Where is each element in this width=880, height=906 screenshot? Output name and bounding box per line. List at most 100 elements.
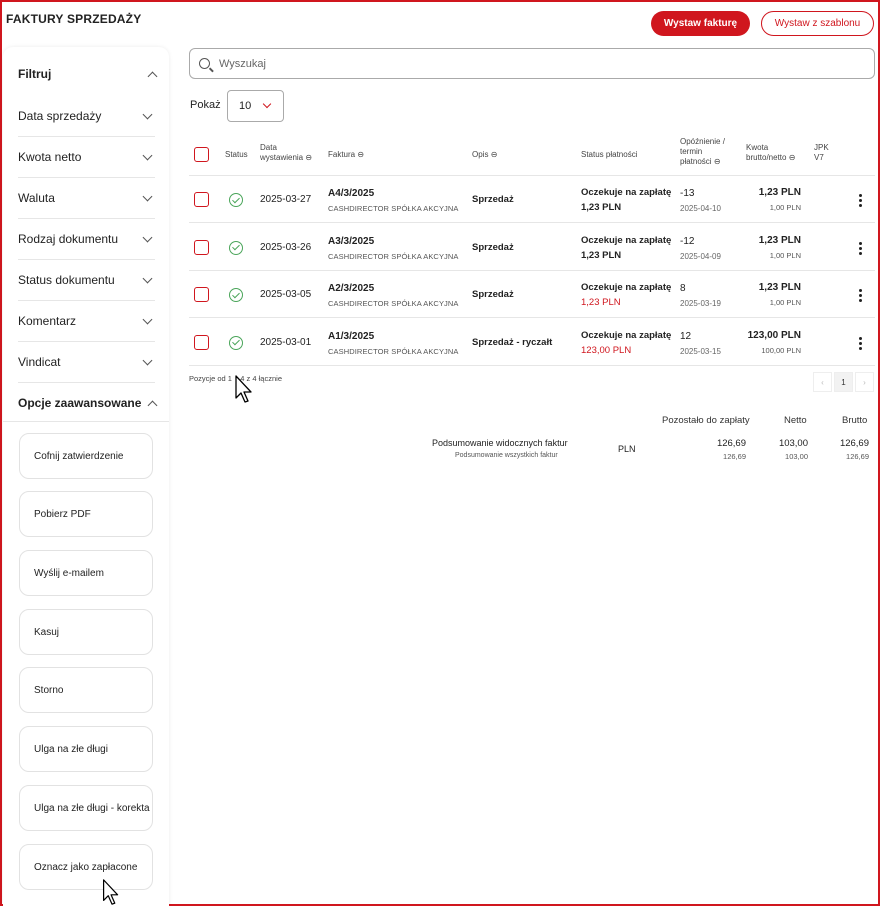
- action-button[interactable]: Ulga na złe długi - korekta: [19, 785, 153, 831]
- filter-item[interactable]: Status dokumentu: [18, 260, 155, 301]
- action-button[interactable]: Oznacz jako zapłacone: [19, 844, 153, 890]
- amount-cell: 1,23 PLN 1,00 PLN: [729, 187, 801, 212]
- column-header-jpk-line2: V7: [814, 153, 824, 162]
- table-row[interactable]: 2025-03-05 A2/3/2025 CASHDIRECTOR SPÓŁKA…: [189, 271, 875, 318]
- amount-cell: 1,23 PLN 1,00 PLN: [729, 235, 801, 260]
- page-size-value: 10: [239, 100, 252, 112]
- filter-item[interactable]: Vindicat: [18, 342, 155, 383]
- invoice-number[interactable]: A1/3/2025: [328, 331, 459, 342]
- sort-icon: ⊖: [357, 150, 365, 159]
- gross-amount: 1,23 PLN: [758, 234, 801, 246]
- more-options-icon[interactable]: [859, 241, 862, 255]
- payment-status-cell: Oczekuje na zapłatę 1,23 PLN: [581, 282, 671, 308]
- chevron-down-icon: [142, 109, 153, 119]
- filter-item-label: Waluta: [18, 191, 55, 205]
- delay-days: -12: [680, 235, 695, 247]
- table-row[interactable]: 2025-03-01 A1/3/2025 CASHDIRECTOR SPÓŁKA…: [189, 319, 875, 366]
- issue-date: 2025-03-05: [260, 289, 312, 300]
- chevron-down-icon: [142, 191, 153, 201]
- payment-amount: 123,00 PLN: [581, 344, 632, 356]
- filter-item[interactable]: Rodzaj dokumentu: [18, 219, 155, 260]
- column-header-jpk-line1: JPK: [814, 143, 829, 152]
- action-button[interactable]: Ulga na złe długi: [19, 726, 153, 772]
- row-checkbox[interactable]: [194, 192, 209, 207]
- filter-item[interactable]: Komentarz: [18, 301, 155, 342]
- row-checkbox[interactable]: [194, 287, 209, 302]
- pagination-info-start: Pozycje od 1: [189, 374, 232, 383]
- chevron-down-icon: [142, 273, 153, 283]
- action-button[interactable]: Storno: [19, 667, 153, 713]
- page-button[interactable]: 1: [834, 372, 853, 392]
- row-checkbox[interactable]: [194, 334, 209, 350]
- advanced-options-title: Opcje zaawansowane: [18, 396, 142, 410]
- pagination: ‹ 1 ›: [813, 372, 874, 392]
- filter-item[interactable]: Waluta: [18, 178, 155, 219]
- search-input[interactable]: Wyszukaj: [189, 48, 875, 79]
- delay-days: -13: [680, 188, 695, 199]
- column-header-delay[interactable]: Opóźnienie / termin płatności ⊖: [680, 137, 725, 167]
- payment-status-cell: Oczekuje na zapłatę 1,23 PLN: [581, 235, 671, 261]
- issue-from-template-button[interactable]: Wystaw z szablonu: [761, 11, 874, 36]
- net-amount: 100,00 PLN: [761, 345, 801, 355]
- description: Sprzedaż: [472, 289, 514, 300]
- client-name: CASHDIRECTOR SPÓŁKA AKCYJNA: [328, 251, 459, 261]
- description: Sprzedaż: [472, 194, 514, 205]
- invoice-number[interactable]: A2/3/2025: [328, 283, 459, 294]
- chevron-down-icon: [142, 232, 153, 242]
- filter-sidebar: Filtruj Data sprzedaży Kwota netto Waluta R…: [3, 47, 169, 906]
- sort-icon: ⊖: [713, 157, 721, 166]
- column-header-invoice[interactable]: Faktura ⊖: [328, 150, 364, 160]
- column-header-description[interactable]: Opis ⊖: [472, 150, 497, 160]
- summary-visible-gross: 126,69: [839, 438, 869, 449]
- more-options-icon[interactable]: [859, 336, 862, 350]
- next-page-button[interactable]: ›: [855, 372, 874, 392]
- table-row[interactable]: 2025-03-27 A4/3/2025 CASHDIRECTOR SPÓŁKA…: [189, 176, 875, 223]
- row-checkbox[interactable]: [194, 239, 209, 255]
- column-header-amount-line1: Kwota: [746, 143, 769, 152]
- filter-item[interactable]: Kwota netto: [18, 137, 155, 178]
- summary-currency: PLN: [618, 444, 636, 454]
- summary-visible-label: Podsumowanie widocznych faktur: [432, 438, 568, 448]
- more-options-icon[interactable]: [859, 289, 862, 302]
- prev-page-button[interactable]: ‹: [813, 372, 832, 392]
- page-size-label: Pokaż: [190, 99, 221, 111]
- page-size-select[interactable]: 10: [227, 90, 284, 122]
- payment-amount: 1,23 PLN: [581, 249, 622, 261]
- due-date: 2025-04-10: [680, 204, 721, 213]
- status-ok-icon: [229, 240, 243, 255]
- payment-status: Oczekuje na zapłatę: [581, 234, 672, 246]
- filter-item[interactable]: Data sprzedaży: [18, 96, 155, 137]
- payment-status: Oczekuje na zapłatę: [581, 282, 672, 293]
- table-row[interactable]: 2025-03-26 A3/3/2025 CASHDIRECTOR SPÓŁKA…: [189, 224, 875, 271]
- gross-amount: 1,23 PLN: [758, 187, 801, 198]
- select-all-checkbox[interactable]: [194, 147, 209, 162]
- delay-cell: 12 2025-03-15: [680, 331, 721, 356]
- sort-icon: ⊖: [305, 153, 313, 162]
- invoice-cell: A4/3/2025 CASHDIRECTOR SPÓŁKA AKCYJNA: [328, 188, 459, 213]
- column-header-date[interactable]: Data wystawienia ⊖: [260, 143, 312, 163]
- filter-section-toggle[interactable]: Filtruj: [18, 67, 160, 81]
- issue-invoice-button[interactable]: Wystaw fakturę: [651, 11, 750, 36]
- column-header-date-line2: wystawienia ⊖: [260, 153, 313, 162]
- invoice-number[interactable]: A3/3/2025: [328, 236, 459, 247]
- action-button[interactable]: Pobierz PDF: [19, 491, 153, 537]
- action-button[interactable]: Wyślij e-mailem: [19, 550, 153, 596]
- invoice-cell: A2/3/2025 CASHDIRECTOR SPÓŁKA AKCYJNA: [328, 283, 459, 308]
- chevron-down-icon: [142, 314, 153, 324]
- filter-title: Filtruj: [18, 67, 52, 81]
- column-header-amount[interactable]: Kwota brutto/netto ⊖: [746, 143, 795, 163]
- delay-cell: -13 2025-04-10: [680, 188, 721, 213]
- net-amount: 1,00 PLN: [769, 298, 801, 307]
- client-name: CASHDIRECTOR SPÓŁKA AKCYJNA: [328, 299, 459, 308]
- due-date: 2025-03-15: [680, 346, 721, 356]
- action-button[interactable]: Kasuj: [19, 609, 153, 655]
- more-options-icon[interactable]: [859, 194, 862, 207]
- summary-header-remaining: Pozostało do zapłaty: [662, 415, 750, 426]
- payment-amount: 1,23 PLN: [581, 202, 622, 213]
- summary-visible-net: 103,00: [778, 438, 808, 449]
- filter-item-label: Data sprzedaży: [18, 109, 102, 123]
- sort-icon: ⊖: [490, 150, 498, 159]
- advanced-options-toggle[interactable]: Opcje zaawansowane: [18, 396, 160, 410]
- action-button[interactable]: Cofnij zatwierdzenie: [19, 433, 153, 479]
- invoice-number[interactable]: A4/3/2025: [328, 188, 459, 199]
